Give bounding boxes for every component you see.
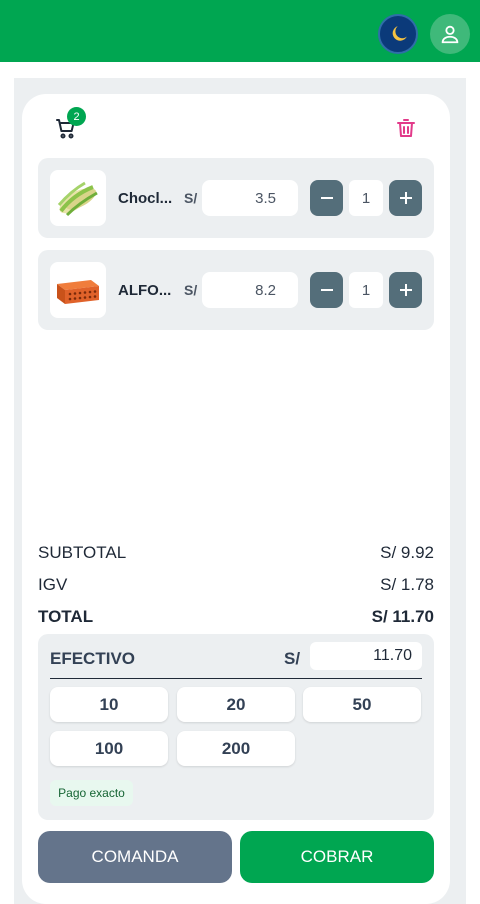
payment-currency: S/ [284, 649, 301, 668]
decrease-quantity-button[interactable] [310, 272, 343, 308]
igv-value: S/ 1.78 [380, 575, 434, 594]
theme-toggle-button[interactable] [378, 14, 418, 54]
minus-icon [320, 197, 333, 199]
subtotal-value: S/ 9.92 [380, 543, 434, 562]
item-price-input[interactable]: 3.5 [202, 180, 298, 216]
payment-panel: EFECTIVO S/ 11.70 10 20 50 100 200 Pago … [38, 634, 434, 820]
user-icon [441, 25, 459, 44]
quick-amount-button[interactable]: 200 [177, 731, 295, 766]
cobrar-button[interactable]: COBRAR [240, 831, 434, 883]
quick-amount-button[interactable]: 100 [50, 731, 168, 766]
trash-icon[interactable] [394, 116, 418, 140]
increase-quantity-button[interactable] [389, 272, 422, 308]
total-row: TOTAL S/ 11.70 [38, 607, 434, 627]
minus-icon [320, 289, 333, 291]
total-value: S/ 11.70 [371, 607, 434, 626]
corn-image [57, 181, 98, 217]
item-price-input[interactable]: 8.2 [202, 272, 298, 308]
product-image [50, 170, 106, 226]
increase-quantity-button[interactable] [389, 180, 422, 216]
divider [50, 678, 422, 679]
top-bar [0, 0, 480, 62]
decrease-quantity-button[interactable] [310, 180, 343, 216]
plus-icon [399, 284, 412, 296]
total-label: TOTAL [38, 607, 94, 626]
payment-amount-input[interactable]: 11.70 [310, 642, 422, 670]
quantity-input[interactable]: 1 [349, 180, 383, 216]
quantity-input[interactable]: 1 [349, 272, 383, 308]
quick-amount-button[interactable]: 20 [177, 687, 295, 722]
item-name: ALFO... [118, 282, 172, 299]
brick-image [57, 280, 99, 304]
cart-item: ALFO... S/ 8.2 1 [38, 250, 434, 330]
moon-icon [392, 26, 407, 41]
item-currency: S/ [184, 282, 198, 298]
product-image [50, 262, 106, 318]
comanda-button[interactable]: COMANDA [38, 831, 232, 883]
plus-icon [399, 192, 412, 204]
quick-amount-button[interactable]: 50 [303, 687, 421, 722]
cart-count-badge: 2 [67, 107, 86, 126]
quick-amount-button[interactable]: 10 [50, 687, 168, 722]
exact-payment-button[interactable]: Pago exacto [50, 780, 133, 806]
item-currency: S/ [184, 190, 198, 206]
subtotal-row: SUBTOTAL S/ 9.92 [38, 543, 434, 563]
subtotal-label: SUBTOTAL [38, 543, 127, 562]
igv-label: IGV [38, 575, 68, 594]
cart-item: Chocl... S/ 3.5 1 [38, 158, 434, 238]
item-name: Chocl... [118, 190, 173, 207]
igv-row: IGV S/ 1.78 [38, 575, 434, 595]
user-profile-button[interactable] [430, 14, 470, 54]
payment-method-label: EFECTIVO [50, 649, 136, 668]
